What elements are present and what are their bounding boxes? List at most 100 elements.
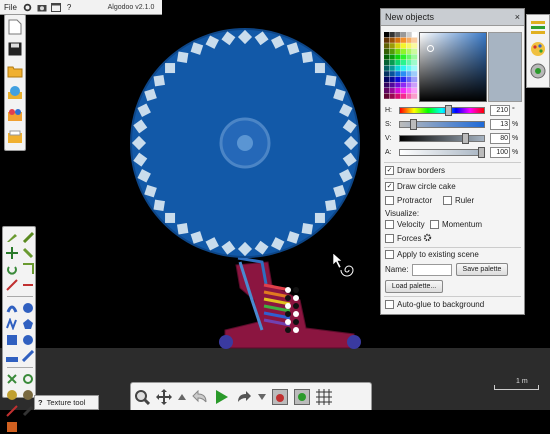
protractor-label: Protractor: [397, 196, 433, 205]
palette-name-input[interactable]: [412, 263, 452, 276]
forces-settings-gear-icon[interactable]: [423, 233, 432, 244]
load-palette-button[interactable]: Load palette...: [385, 280, 443, 293]
down-arrow-icon[interactable]: [256, 387, 268, 407]
help-menu[interactable]: ?: [63, 3, 75, 12]
sketch-tool-icon[interactable]: [5, 230, 19, 244]
alpha-unit: %: [512, 149, 519, 156]
lessons-icon[interactable]: [7, 129, 23, 145]
saturation-slider[interactable]: [399, 119, 485, 130]
velocity-checkbox[interactable]: [385, 220, 394, 229]
polygon-tool-icon[interactable]: [21, 317, 35, 331]
draw-circle-cake-label: Draw circle cake: [397, 182, 456, 191]
save-icon[interactable]: [7, 41, 23, 57]
open-folder-icon[interactable]: [7, 63, 23, 79]
close-icon[interactable]: ×: [515, 12, 520, 22]
draw-borders-row[interactable]: ✓ Draw borders: [381, 166, 528, 175]
file-toolbar: [4, 14, 26, 151]
tracer-tool-icon[interactable]: [5, 388, 19, 402]
gravity-icon[interactable]: [270, 387, 290, 407]
hue-row: H: 210 °: [381, 105, 524, 116]
eraser-tool-icon[interactable]: [21, 404, 35, 418]
chain-tool-icon[interactable]: [5, 301, 19, 315]
saturation-row: S: 13 %: [381, 119, 524, 130]
brush-tool-icon[interactable]: [21, 349, 35, 363]
protractor-ruler-row: Protractor Ruler: [381, 196, 528, 205]
forces-label: Forces: [397, 234, 422, 243]
wheel-tooth: [314, 212, 325, 223]
alpha-slider[interactable]: [399, 147, 485, 158]
spring-tool-icon[interactable]: [5, 317, 19, 331]
ruler-label: Ruler: [455, 196, 475, 205]
mouse-cursor: [332, 252, 343, 269]
velocity-momentum-row: Velocity Momentum: [381, 220, 528, 229]
air-friction-icon[interactable]: [292, 387, 312, 407]
gear-tool-icon[interactable]: [21, 301, 35, 315]
grid-icon[interactable]: [314, 387, 334, 407]
texture-tool-icon[interactable]: [5, 420, 19, 434]
apply-existing-row[interactable]: Apply to existing scene: [381, 250, 528, 259]
cut-tool-icon[interactable]: [21, 278, 35, 292]
auto-glue-row[interactable]: Auto-glue to background: [381, 300, 528, 309]
scene-browser-icon[interactable]: [7, 85, 23, 101]
color-swatch-grid[interactable]: [384, 32, 418, 100]
camera-icon[interactable]: [37, 2, 47, 12]
saturation-value[interactable]: 13: [490, 119, 510, 130]
zoom-icon[interactable]: [132, 387, 152, 407]
right-toolbar: [526, 14, 550, 88]
up-arrow-icon[interactable]: [176, 387, 188, 407]
wheel-object[interactable]: [130, 28, 360, 258]
laser-tool-icon[interactable]: [5, 404, 19, 418]
appearance-palette-icon[interactable]: [529, 40, 547, 58]
auto-glue-checkbox[interactable]: [385, 300, 394, 309]
momentum-label: Momentum: [442, 220, 483, 229]
phunlets-icon[interactable]: [7, 107, 23, 123]
velocity-label: Velocity: [397, 220, 425, 229]
alpha-value[interactable]: 100: [490, 147, 510, 158]
apply-existing-checkbox[interactable]: [385, 250, 394, 259]
wheel-tooth: [325, 199, 337, 212]
forces-checkbox[interactable]: [385, 234, 394, 243]
protractor-checkbox[interactable]: [385, 196, 394, 205]
value-slider[interactable]: [399, 133, 485, 144]
fixate-tool-icon[interactable]: [5, 372, 19, 386]
plane-tool-icon[interactable]: [5, 349, 19, 363]
drag-tool-icon[interactable]: [21, 246, 35, 260]
redo-icon[interactable]: [234, 387, 254, 407]
window-icon[interactable]: [50, 2, 61, 12]
alpha-label: A:: [385, 149, 392, 156]
gear-icon[interactable]: [23, 2, 33, 12]
rotate-tool-icon[interactable]: [5, 262, 19, 276]
hinge-tool-icon[interactable]: [21, 372, 35, 386]
pencil-icon[interactable]: [21, 230, 35, 244]
hue-slider[interactable]: [399, 105, 485, 116]
material-icon[interactable]: [529, 62, 547, 80]
move-tool-icon[interactable]: [5, 246, 19, 260]
options-panel-icon[interactable]: [529, 18, 547, 36]
save-palette-button[interactable]: Save palette: [456, 263, 508, 276]
scale-tool-icon[interactable]: [21, 262, 35, 276]
draw-borders-checkbox[interactable]: ✓: [385, 166, 394, 175]
box-tool-icon[interactable]: [5, 333, 19, 347]
play-icon[interactable]: [212, 387, 232, 407]
hue-label: H:: [385, 107, 392, 114]
hue-value[interactable]: 210: [490, 105, 510, 116]
thruster-tool-icon[interactable]: [21, 388, 35, 402]
momentum-checkbox[interactable]: [430, 220, 439, 229]
value-value[interactable]: 80: [490, 133, 510, 144]
draw-circle-cake-checkbox[interactable]: ✓: [385, 182, 394, 191]
name-label: Name:: [385, 265, 409, 274]
panel-header[interactable]: New objects ×: [381, 9, 524, 26]
panel-title: New objects: [385, 12, 435, 22]
circle-tool-icon[interactable]: [21, 333, 35, 347]
draw-circle-cake-row[interactable]: ✓ Draw circle cake: [381, 182, 528, 191]
saturation-value-picker[interactable]: [419, 32, 487, 102]
saturation-label: S:: [385, 121, 392, 128]
file-menu[interactable]: File: [0, 3, 21, 12]
undo-icon[interactable]: [190, 387, 210, 407]
pan-icon[interactable]: [154, 387, 174, 407]
new-scene-icon[interactable]: [7, 19, 23, 35]
knife-tool-icon[interactable]: [5, 278, 19, 292]
scale-label: 1 m: [516, 378, 528, 385]
ruler-checkbox[interactable]: [443, 196, 452, 205]
wheel-tooth: [301, 51, 314, 63]
